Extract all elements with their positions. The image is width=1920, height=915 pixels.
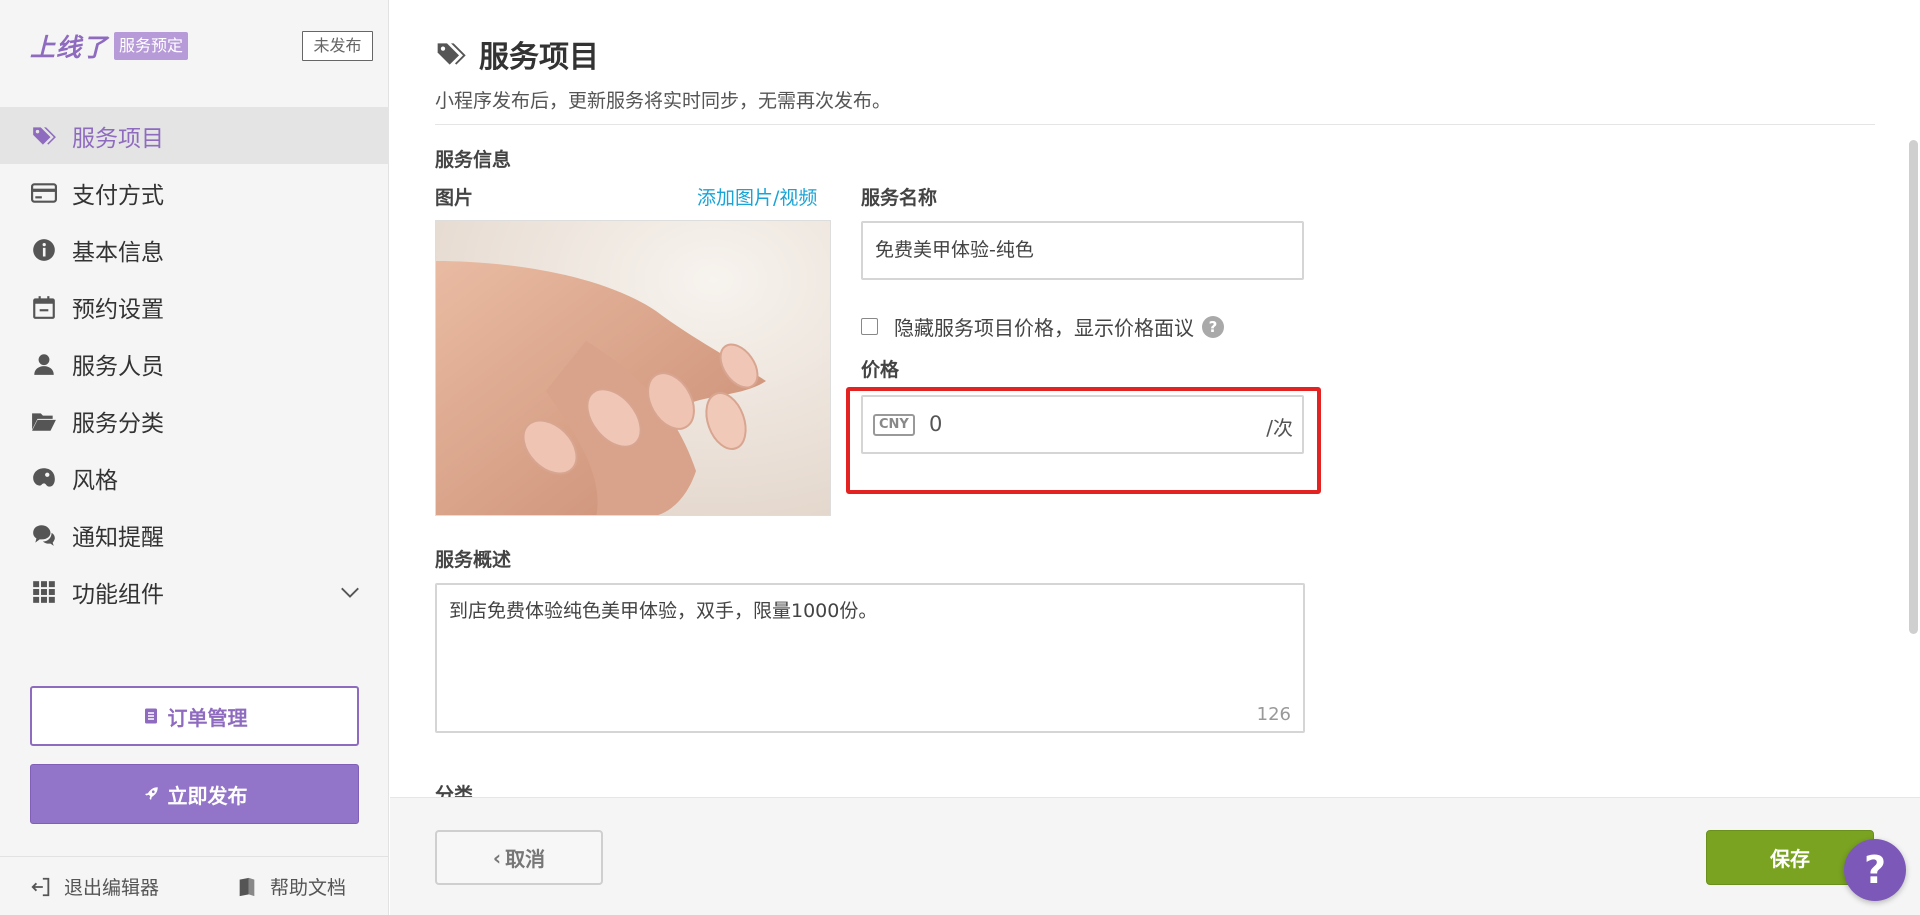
calendar-icon — [30, 293, 58, 321]
sidebar-item-label: 支付方式 — [72, 182, 164, 209]
sidebar-item-basic-info[interactable]: 基本信息 — [0, 221, 389, 278]
publish-button-label: 立即发布 — [167, 783, 248, 808]
tags-icon — [30, 122, 58, 150]
section-title: 服务信息 — [435, 149, 512, 171]
hide-price-checkbox[interactable] — [861, 318, 878, 335]
status-badge: 未发布 — [302, 31, 373, 61]
main-content: 服务项目 小程序发布后，更新服务将实时同步，无需再次发布。 服务信息 图片 添加… — [390, 0, 1920, 915]
info-icon — [30, 236, 58, 264]
char-count: 126 — [1256, 704, 1291, 725]
hide-price-label: 隐藏服务项目价格，显示价格面议 — [894, 316, 1194, 340]
form-scroll-area: 服务项目 小程序发布后，更新服务将实时同步，无需再次发布。 服务信息 图片 添加… — [390, 0, 1907, 797]
clipboard-icon — [144, 708, 157, 724]
brand-tag: 服务预定 — [114, 32, 189, 60]
sidebar-item-label: 基本信息 — [72, 239, 164, 266]
page-title: 服务项目 — [479, 40, 599, 75]
folder-open-icon — [30, 407, 58, 435]
user-icon — [30, 350, 58, 378]
grid-icon — [30, 578, 58, 606]
save-button-label: 保存 — [1770, 847, 1810, 871]
add-media-link[interactable]: 添加图片/视频 — [697, 183, 817, 210]
help-docs-link[interactable]: 帮助文档 — [236, 873, 346, 900]
sign-out-icon — [31, 877, 50, 896]
question-circle-icon[interactable]: ? — [1202, 315, 1224, 338]
scrollbar[interactable] — [1909, 140, 1918, 634]
price-unit: /次 — [1266, 416, 1293, 440]
hide-price-row: 隐藏服务项目价格，显示价格面议 ? — [861, 312, 1224, 341]
sidebar-item-payment[interactable]: 支付方式 — [0, 164, 389, 221]
sidebar-item-label: 预约设置 — [72, 296, 164, 323]
sidebar-item-label: 服务分类 — [72, 410, 164, 437]
orders-button-label: 订单管理 — [167, 705, 248, 730]
sidebar-item-staff[interactable]: 服务人员 — [0, 335, 389, 392]
sidebar-item-booking-settings[interactable]: 预约设置 — [0, 278, 389, 335]
help-fab-button[interactable]: ? — [1844, 839, 1906, 901]
cancel-button-label: 取消 — [505, 847, 546, 871]
sidebar-item-label: 风格 — [72, 467, 118, 494]
chevron-left-icon: ‹ — [492, 845, 502, 870]
publish-button[interactable]: 立即发布 — [30, 764, 359, 824]
service-name-input[interactable]: 免费美甲体验-纯色 — [861, 221, 1304, 280]
category-label: 分类 — [435, 784, 474, 797]
page-header: 服务项目 — [435, 32, 599, 76]
chevron-down-icon[interactable] — [339, 581, 361, 603]
sidebar-item-style[interactable]: 风格 — [0, 449, 389, 506]
brand-logo: 上线了 — [30, 33, 109, 62]
help-docs-label: 帮助文档 — [270, 877, 347, 899]
sidebar-item-label: 通知提醒 — [72, 524, 164, 551]
name-label: 服务名称 — [861, 187, 938, 209]
description-label: 服务概述 — [435, 549, 512, 571]
sidebar-item-components[interactable]: 功能组件 — [0, 563, 389, 620]
chat-icon — [30, 521, 58, 549]
price-value: 0 — [929, 412, 943, 436]
sidebar-footer: 退出编辑器 帮助文档 — [0, 856, 389, 915]
price-input[interactable]: CNY 0 /次 — [861, 395, 1304, 454]
sidebar-item-label: 功能组件 — [72, 581, 164, 608]
nail-photo — [436, 221, 830, 515]
rocket-icon — [144, 787, 158, 800]
orders-button[interactable]: 订单管理 — [30, 686, 359, 746]
price-label: 价格 — [861, 359, 900, 381]
sidebar-item-label: 服务人员 — [72, 353, 164, 380]
credit-card-icon — [30, 179, 58, 207]
palette-icon — [30, 464, 58, 492]
brand: 上线了 服务预定 — [30, 30, 189, 62]
sidebar-item-services[interactable]: 服务项目 — [0, 107, 389, 164]
currency-badge: CNY — [873, 414, 915, 436]
sidebar-item-label: 服务项目 — [72, 125, 164, 152]
description-textarea[interactable]: 到店免费体验纯色美甲体验，双手，限量1000份。 126 — [435, 583, 1305, 733]
image-label: 图片 — [435, 187, 474, 209]
exit-editor-link[interactable]: 退出编辑器 — [30, 873, 159, 900]
cancel-button[interactable]: ‹ 取消 — [435, 830, 603, 885]
divider — [435, 124, 1875, 125]
sidebar: 上线了 服务预定 未发布 服务项目 支付方式 基本信息 预约设置 服务人员 服务… — [0, 0, 389, 915]
sidebar-item-notifications[interactable]: 通知提醒 — [0, 506, 389, 563]
sidebar-item-categories[interactable]: 服务分类 — [0, 392, 389, 449]
page-subtitle: 小程序发布后，更新服务将实时同步，无需再次发布。 — [435, 90, 892, 112]
service-image[interactable] — [435, 220, 831, 516]
exit-editor-label: 退出编辑器 — [64, 877, 160, 899]
tags-icon — [437, 43, 466, 65]
sidebar-nav: 服务项目 支付方式 基本信息 预约设置 服务人员 服务分类 风格 通知提醒 功能… — [0, 107, 389, 620]
description-value: 到店免费体验纯色美甲体验，双手，限量1000份。 — [449, 600, 878, 622]
action-bar: ‹ 取消 保存 — [390, 797, 1920, 915]
book-icon — [239, 877, 255, 896]
